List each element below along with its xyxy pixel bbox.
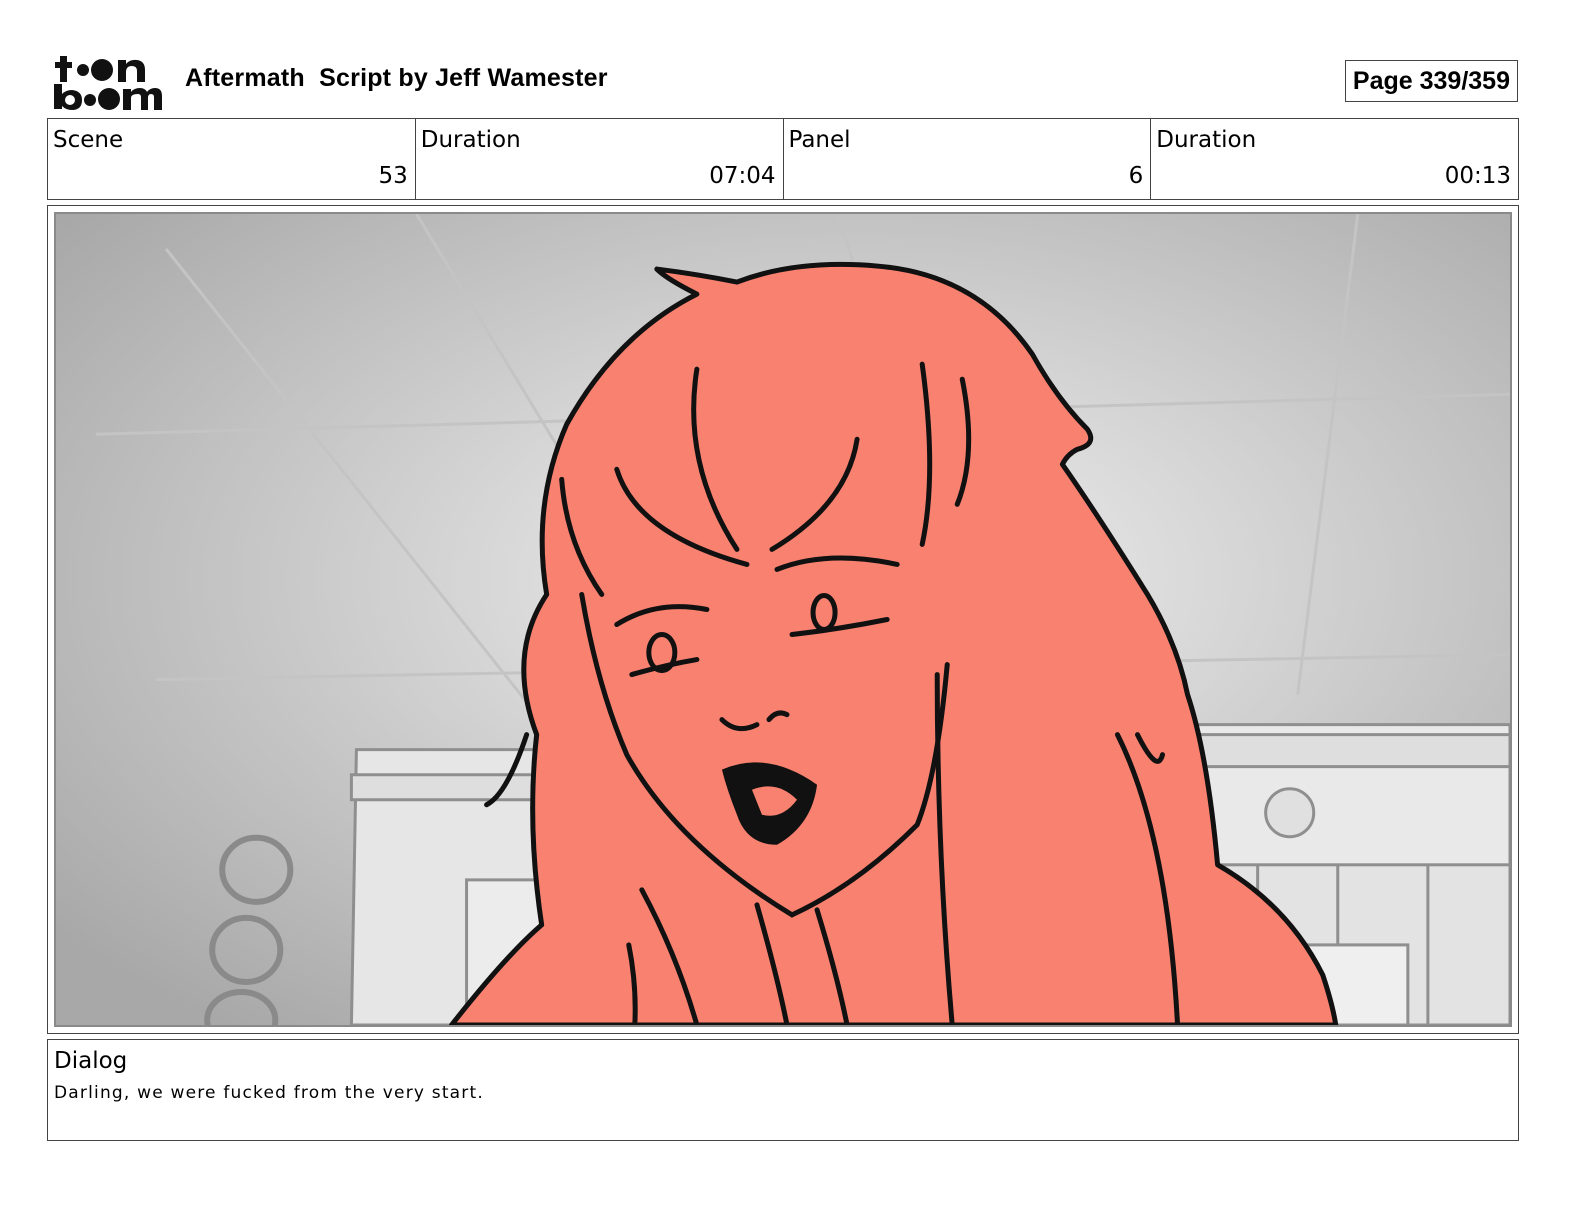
- panel-duration-value: 00:13: [1444, 163, 1511, 189]
- scene-duration-value: 07:04: [709, 163, 776, 189]
- scene-label: Scene: [53, 127, 124, 153]
- scene-info-table: Scene 53 Duration 07:04 Panel 6 Duration…: [47, 118, 1519, 200]
- scene-value: 53: [378, 163, 408, 189]
- dialog-text: Darling, we were fucked from the very st…: [54, 1083, 484, 1103]
- toonboom-logo: [52, 50, 162, 112]
- panel-value: 6: [1128, 163, 1144, 189]
- page-indicator: Page 339/359: [1344, 60, 1518, 102]
- dialog-label: Dialog: [54, 1048, 128, 1074]
- dialog-box: Dialog Darling, we were fucked from the …: [47, 1039, 1519, 1141]
- scene-cell: Scene 53: [48, 119, 416, 199]
- document-title: Aftermath Script by Jeff Wamester: [185, 64, 608, 92]
- panel-label: Panel: [788, 127, 851, 153]
- scene-duration-cell: Duration 07:04: [416, 119, 784, 199]
- storyboard-drawing: [54, 212, 1512, 1027]
- storyboard-panel-frame: [47, 205, 1519, 1034]
- scene-duration-label: Duration: [420, 127, 521, 153]
- panel-duration-label: Duration: [1156, 127, 1257, 153]
- panel-cell: Panel 6: [784, 119, 1152, 199]
- panel-duration-cell: Duration 00:13: [1151, 119, 1518, 199]
